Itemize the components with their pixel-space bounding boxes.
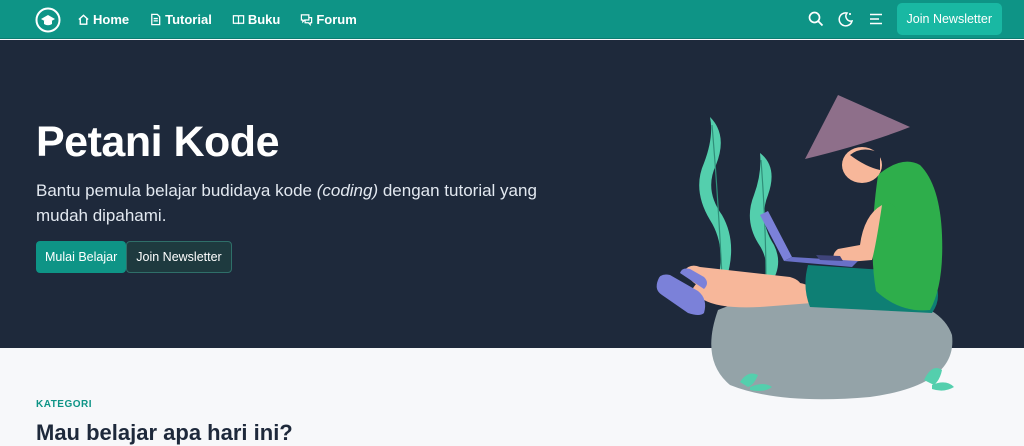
search-icon[interactable] xyxy=(807,10,825,28)
home-icon xyxy=(78,14,89,25)
theme-toggle-icon[interactable] xyxy=(837,10,855,28)
nav-tutorial[interactable]: Tutorial xyxy=(149,12,212,27)
nav-tutorial-label: Tutorial xyxy=(165,12,212,27)
top-navbar: Home Tutorial Buku Forum Join Newsletter xyxy=(0,0,1024,39)
document-icon xyxy=(151,13,161,26)
join-newsletter-nav-button[interactable]: Join Newsletter xyxy=(896,3,1002,35)
section-title: Mau belajar apa hari ini? xyxy=(36,420,293,445)
nav-buku-label: Buku xyxy=(247,12,281,27)
menu-icon[interactable] xyxy=(867,10,885,28)
chat-icon xyxy=(301,14,313,26)
hero-title: Petani Kode xyxy=(36,118,280,166)
join-newsletter-hero-button[interactable]: Join Newsletter xyxy=(126,241,232,273)
book-icon xyxy=(232,15,245,25)
logo-icon[interactable] xyxy=(35,7,61,33)
hero-desc-pre: Bantu pemula belajar budidaya kode xyxy=(36,181,317,200)
nav-forum[interactable]: Forum xyxy=(300,12,357,27)
hero-cta-row: Mulai Belajar Join Newsletter xyxy=(36,241,232,273)
nav-buku[interactable]: Buku xyxy=(232,12,281,27)
farmer-coding-illustration xyxy=(656,95,954,400)
hero-description: Bantu pemula belajar budidaya kode (codi… xyxy=(36,178,556,228)
nav-actions: Join Newsletter xyxy=(807,3,1002,35)
mulai-belajar-button[interactable]: Mulai Belajar xyxy=(36,241,127,273)
nav-home-label: Home xyxy=(93,12,130,27)
hero-desc-em: (coding) xyxy=(316,181,379,200)
nav-home[interactable]: Home xyxy=(77,12,129,27)
nav-links: Home Tutorial Buku Forum xyxy=(77,0,357,39)
nav-forum-label: Forum xyxy=(316,12,357,27)
section-eyebrow: KATEGORI xyxy=(36,399,93,410)
